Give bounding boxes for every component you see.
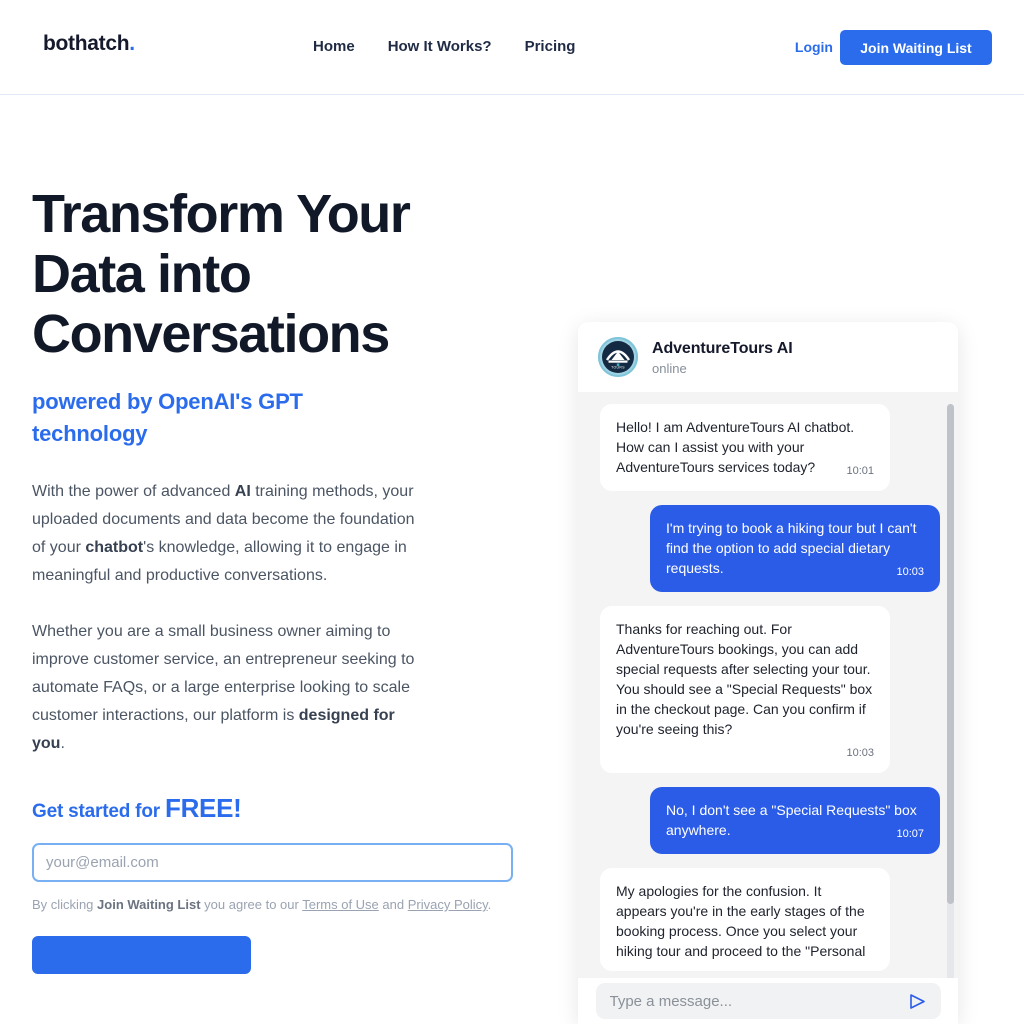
status-badge: online <box>652 360 687 376</box>
brand-dot: . <box>129 32 135 55</box>
legal-bold-cta: Join Waiting List <box>97 897 201 912</box>
chat-message-time: 10:03 <box>846 747 874 759</box>
chat-message-text: Thanks for reaching out. For AdventureTo… <box>616 621 873 737</box>
brand-name: bothatch <box>43 32 130 55</box>
join-waiting-list-button[interactable]: Join Waiting List <box>840 30 992 65</box>
chat-widget: TOURS AdventureTours AI online Hello! I … <box>578 322 958 1024</box>
nav-link-how-it-works[interactable]: How It Works? <box>388 38 492 55</box>
hero-p1-bold-chatbot: chatbot <box>85 539 144 556</box>
chat-bubble-bot: My apologies for the confusion. It appea… <box>600 868 890 971</box>
main-nav: Home How It Works? Pricing <box>313 38 575 55</box>
hero-section: Transform Your Data into Conversations p… <box>32 184 532 979</box>
submit-waiting-list-button[interactable] <box>32 936 251 974</box>
legal-text-3: and <box>378 897 408 912</box>
chat-bubble-user: I'm trying to book a hiking tour but I c… <box>650 505 940 592</box>
legal-text-1: By clicking <box>32 897 98 912</box>
chat-message-row: Thanks for reaching out. For AdventureTo… <box>600 606 940 773</box>
chat-header: TOURS AdventureTours AI online <box>578 322 958 392</box>
chat-message-row: Hello! I am AdventureTours AI chatbot. H… <box>600 404 940 491</box>
hero-p2-text-2: . <box>60 735 65 752</box>
login-link[interactable]: Login <box>795 39 833 55</box>
hero-p1-bold-ai: AI <box>234 483 251 500</box>
nav-link-home[interactable]: Home <box>313 38 355 55</box>
chat-header-info: AdventureTours AI online <box>652 339 793 376</box>
get-started-free-label: FREE! <box>165 793 242 823</box>
chat-input-wrapper[interactable] <box>595 983 941 1019</box>
chat-bubble-bot: Thanks for reaching out. For AdventureTo… <box>600 606 890 773</box>
chat-scrollbar[interactable] <box>947 404 954 1012</box>
chat-message-row: No, I don't see a "Special Requests" box… <box>600 787 940 854</box>
page-title: Transform Your Data into Conversations <box>32 184 411 364</box>
hero-paragraph-1: With the power of advanced AI training m… <box>32 478 432 590</box>
terms-of-use-link[interactable]: Terms of Use <box>302 897 379 912</box>
get-started-heading: Get started for FREE! <box>32 793 532 824</box>
chat-message-list[interactable]: Hello! I am AdventureTours AI chatbot. H… <box>578 392 958 1024</box>
adventuretours-logo-icon: TOURS <box>598 337 638 377</box>
brand-logo[interactable]: bothatch. <box>43 33 135 54</box>
svg-text:TOURS: TOURS <box>611 366 625 370</box>
chat-bubble-bot: Hello! I am AdventureTours AI chatbot. H… <box>600 404 890 491</box>
chat-message-row: I'm trying to book a hiking tour but I c… <box>600 505 940 592</box>
chat-bubble-user: No, I don't see a "Special Requests" box… <box>650 787 940 854</box>
site-header: bothatch. Home How It Works? Pricing Log… <box>0 0 1024 95</box>
get-started-label: Get started for <box>32 801 165 822</box>
chat-scrollbar-thumb[interactable] <box>947 404 954 904</box>
legal-text-4: . <box>487 897 492 912</box>
legal-text-2: you agree to our <box>200 897 303 912</box>
chat-message-input[interactable] <box>609 992 908 1010</box>
chat-bot-name: AdventureTours AI <box>652 339 793 357</box>
privacy-policy-link[interactable]: Privacy Policy <box>408 897 488 912</box>
legal-disclaimer: By clicking Join Waiting List you agree … <box>32 895 492 915</box>
nav-link-pricing[interactable]: Pricing <box>525 38 576 55</box>
hero-subtitle: powered by OpenAI's GPT technology <box>32 389 303 446</box>
hero-paragraph-2: Whether you are a small business owner a… <box>32 618 432 758</box>
email-input[interactable] <box>32 843 513 882</box>
chat-message-row: My apologies for the confusion. It appea… <box>600 868 940 971</box>
send-icon[interactable] <box>908 992 927 1011</box>
chat-input-bar <box>578 978 958 1024</box>
hero-p1-text-1: With the power of advanced <box>32 483 235 500</box>
chat-message-text: My apologies for the confusion. It appea… <box>616 883 866 959</box>
